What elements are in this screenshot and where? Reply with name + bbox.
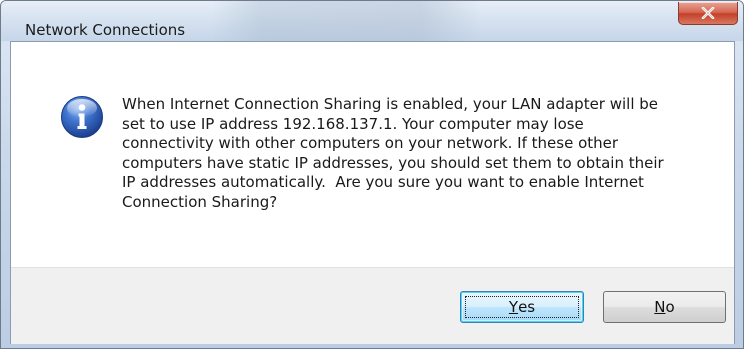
- message-area: When Internet Connection Sharing is enab…: [11, 42, 734, 267]
- focus-indicator: [465, 296, 579, 318]
- no-accelerator: N: [654, 298, 666, 316]
- message-text: When Internet Connection Sharing is enab…: [122, 95, 664, 211]
- no-label-rest: o: [665, 298, 675, 316]
- yes-button[interactable]: Yes: [460, 291, 584, 323]
- title-bar[interactable]: Network Connections: [1, 1, 743, 41]
- dialog-window: Network Connections When Internet Connec…: [0, 0, 744, 349]
- close-button[interactable]: [678, 2, 738, 25]
- close-icon: [701, 7, 715, 19]
- info-icon: [61, 96, 103, 138]
- button-bar: Yes No: [11, 267, 734, 344]
- window-title: Network Connections: [25, 21, 186, 39]
- dialog-client-area: When Internet Connection Sharing is enab…: [10, 41, 735, 344]
- no-button[interactable]: No: [603, 291, 726, 323]
